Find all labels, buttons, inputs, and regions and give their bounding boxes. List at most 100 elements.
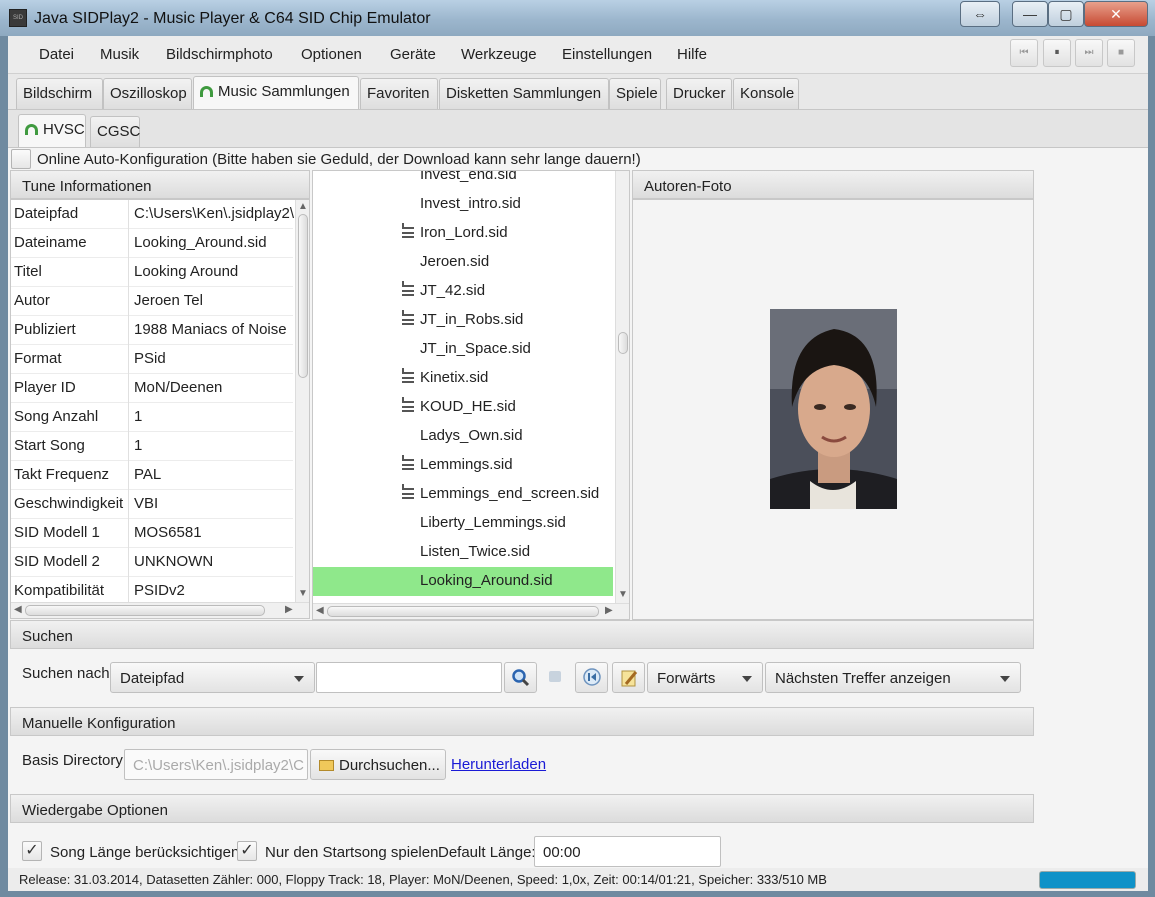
scroll-up-icon[interactable]: ▲	[298, 201, 308, 212]
tune-info-value: MOS6581	[134, 524, 202, 541]
tune-info-row[interactable]: Publiziert 1988 Maniacs of Noise	[11, 316, 293, 345]
tab-disketten-sammlungen[interactable]: Disketten Sammlungen	[439, 78, 609, 109]
previous-track-icon[interactable]: ⏮	[1010, 39, 1038, 67]
tab-music-sammlungen[interactable]: Music Sammlungen	[193, 76, 359, 109]
minimize-button[interactable]: —	[1012, 1, 1048, 27]
song-length-checkbox[interactable]: ✓	[22, 841, 42, 861]
menu-optionen[interactable]: Optionen	[301, 46, 362, 63]
search-reset-button[interactable]	[575, 662, 608, 693]
search-input[interactable]	[316, 662, 502, 693]
menu-werkzeuge[interactable]: Werkzeuge	[461, 46, 537, 63]
default-length-input[interactable]: 00:00	[534, 836, 721, 867]
tune-info-row[interactable]: Format PSid	[11, 345, 293, 374]
author-photo-panel	[632, 199, 1034, 620]
stop-icon[interactable]: ■	[1107, 39, 1135, 67]
menu-geraete[interactable]: Geräte	[390, 46, 436, 63]
tab-hvsc[interactable]: HVSC	[18, 114, 86, 147]
file-list-item[interactable]: Lemmings.sid	[313, 451, 613, 480]
tab-spiele[interactable]: Spiele	[609, 78, 661, 109]
scroll-thumb[interactable]	[327, 606, 599, 617]
scroll-thumb[interactable]	[298, 214, 308, 378]
collection-tab-bar: HVSC CGSC	[8, 110, 1148, 148]
file-list-item[interactable]: Liberty_Lemmings.sid	[313, 509, 613, 538]
online-config-checkbox[interactable]	[11, 149, 31, 169]
tune-info-row[interactable]: Titel Looking Around	[11, 258, 293, 287]
menu-datei[interactable]: Datei	[39, 46, 74, 63]
file-list-item[interactable]: KOUD_HE.sid	[313, 393, 613, 422]
scroll-thumb[interactable]	[618, 332, 628, 354]
author-photo	[770, 309, 897, 509]
tune-info-vscrollbar[interactable]: ▲ ▼	[295, 200, 309, 602]
file-name: KOUD_HE.sid	[420, 398, 516, 415]
file-name: Liberty_Lemmings.sid	[420, 514, 566, 531]
file-list-item[interactable]: Lemmings_end_screen.sid	[313, 480, 613, 509]
file-name: Invest_end.sid	[420, 170, 517, 183]
tune-info-hscrollbar[interactable]: ◀ ▶	[11, 602, 309, 618]
tune-info-key: Autor	[14, 292, 50, 309]
scroll-down-icon[interactable]: ▼	[298, 588, 308, 599]
tab-oszilloskop[interactable]: Oszilloskop	[103, 78, 192, 109]
scroll-left-icon[interactable]: ◀	[316, 605, 324, 616]
tune-info-row[interactable]: SID Modell 2 UNKNOWN	[11, 548, 293, 577]
column-divider	[128, 461, 129, 490]
menu-bildschirmphoto[interactable]: Bildschirmphoto	[166, 46, 273, 63]
file-tree-vscrollbar[interactable]: ▼	[615, 171, 629, 603]
tune-info-row[interactable]: SID Modell 1 MOS6581	[11, 519, 293, 548]
scroll-thumb[interactable]	[25, 605, 265, 616]
scroll-down-icon[interactable]: ▼	[618, 589, 628, 600]
rewind-icon	[583, 668, 601, 686]
tab-cgsc[interactable]: CGSC	[90, 116, 140, 147]
menu-musik[interactable]: Musik	[100, 46, 139, 63]
tab-konsole[interactable]: Konsole	[733, 78, 799, 109]
tune-info-row[interactable]: Song Anzahl 1	[11, 403, 293, 432]
file-tree-hscrollbar[interactable]: ◀ ▶	[313, 603, 629, 619]
file-list-item[interactable]: Iron_Lord.sid	[313, 219, 613, 248]
tune-info-row[interactable]: Player ID MoN/Deenen	[11, 374, 293, 403]
playback-options-header: Wiedergabe Optionen	[10, 794, 1034, 823]
file-list-item[interactable]: JT_in_Space.sid	[313, 335, 613, 364]
next-track-icon[interactable]: ⏭	[1075, 39, 1103, 67]
scroll-left-icon[interactable]: ◀	[14, 604, 22, 615]
file-list-item[interactable]: JT_in_Robs.sid	[313, 306, 613, 335]
tune-info-row[interactable]: Autor Jeroen Tel	[11, 287, 293, 316]
music-file-icon	[402, 455, 414, 470]
search-icon	[512, 669, 530, 687]
browse-button[interactable]: Durchsuchen...	[310, 749, 446, 780]
scroll-right-icon[interactable]: ▶	[605, 605, 613, 616]
online-config-row: Online Auto-Konfiguration (Bitte haben s…	[8, 148, 1148, 170]
maximize-button[interactable]: ▢	[1048, 1, 1084, 27]
pause-icon[interactable]: ⏸	[1043, 39, 1071, 67]
file-name: Listen_Twice.sid	[420, 543, 531, 560]
menu-einstellungen[interactable]: Einstellungen	[562, 46, 652, 63]
search-button[interactable]	[504, 662, 537, 693]
search-field-select[interactable]: Dateipfad	[110, 662, 315, 693]
file-list-item[interactable]: JT_42.sid	[313, 277, 613, 306]
column-divider	[128, 345, 129, 374]
scroll-right-icon[interactable]: ▶	[285, 604, 293, 615]
download-link[interactable]: Herunterladen	[451, 756, 546, 773]
file-list-item[interactable]: Invest_end.sid	[313, 170, 613, 190]
tune-info-row[interactable]: Dateiname Looking_Around.sid	[11, 229, 293, 258]
search-mode-select[interactable]: Nächsten Treffer anzeigen	[765, 662, 1021, 693]
file-list-item[interactable]: Listen_Twice.sid	[313, 538, 613, 567]
search-stop-button[interactable]	[539, 662, 572, 693]
file-list-item[interactable]: Ladys_Own.sid	[313, 422, 613, 451]
file-list-item[interactable]: Jeroen.sid	[313, 248, 613, 277]
tab-favoriten[interactable]: Favoriten	[360, 78, 438, 109]
tab-bildschirm[interactable]: Bildschirm	[16, 78, 103, 109]
file-list-item[interactable]: Looking_Around.sid	[313, 567, 613, 596]
file-list-item[interactable]: Invest_intro.sid	[313, 190, 613, 219]
tab-drucker[interactable]: Drucker	[666, 78, 732, 109]
search-edit-button[interactable]	[612, 662, 645, 693]
start-song-checkbox[interactable]: ✓	[237, 841, 257, 861]
restore-icon[interactable]: ⇔	[960, 1, 1000, 27]
search-direction-select[interactable]: Forwärts	[647, 662, 763, 693]
menu-hilfe[interactable]: Hilfe	[677, 46, 707, 63]
file-list-item[interactable]: Kinetix.sid	[313, 364, 613, 393]
search-label: Suchen nach:	[22, 665, 114, 682]
close-button[interactable]: ✕	[1084, 1, 1148, 27]
tune-info-row[interactable]: Dateipfad C:\Users\Ken\.jsidplay2\	[11, 200, 294, 229]
tune-info-row[interactable]: Geschwindigkeit VBI	[11, 490, 293, 519]
tune-info-row[interactable]: Takt Frequenz PAL	[11, 461, 293, 490]
tune-info-row[interactable]: Start Song 1	[11, 432, 293, 461]
